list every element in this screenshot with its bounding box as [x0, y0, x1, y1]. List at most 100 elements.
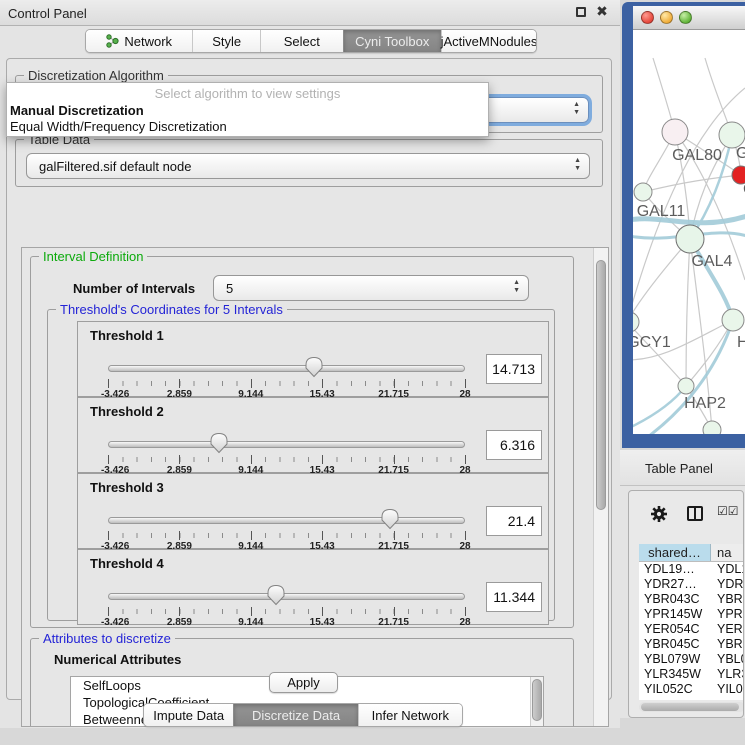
tab-style-label: Style [212, 34, 241, 49]
tab-jactivemnodules-label: jActiveMNodules [441, 34, 537, 49]
table-row[interactable]: YBL079WYBL0 [639, 652, 744, 667]
table-row[interactable]: YBR045CYBR0 [639, 637, 744, 652]
popup-hint-text: Select algorithm to view settings [7, 86, 488, 101]
application-root: Control Panel ✖ Network Style Select [0, 0, 745, 745]
table-row[interactable]: YDL19…YDL1 [639, 562, 744, 577]
table-horizontal-scrollbar-thumb[interactable] [641, 703, 739, 711]
tick-label: 21.715 [378, 617, 409, 628]
node-gal11[interactable] [634, 183, 652, 201]
node-h[interactable] [722, 309, 744, 331]
node-hap2[interactable] [678, 378, 694, 394]
minimize-traffic-light-icon[interactable] [660, 11, 673, 24]
numerical-attributes-label: Numerical Attributes [54, 652, 181, 667]
threshold-3-slider[interactable]: -3.426 2.859 9.144 15.43 21.715 28 [108, 508, 465, 554]
control-panel: Control Panel ✖ Network Style Select [0, 0, 620, 728]
zoom-traffic-light-icon[interactable] [679, 11, 692, 24]
slider-thumb[interactable] [267, 584, 285, 611]
apply-button[interactable]: Apply [269, 672, 338, 693]
threshold-4-label: Threshold 4 [90, 556, 164, 571]
tab-style[interactable]: Style [192, 30, 260, 52]
table-row[interactable]: YBR043CYBR0 [639, 592, 744, 607]
network-view-window[interactable]: GAL80 GA C GAL11 GAL4 GCY1 H HAP2 [622, 2, 745, 448]
node-gcy1[interactable] [633, 312, 639, 332]
slider-track[interactable] [108, 593, 465, 600]
settings-scrollbar[interactable] [593, 248, 608, 727]
combo-stepper-icon: ▲▼ [513, 279, 520, 295]
num-intervals-combobox[interactable]: 5 ▲▼ [213, 275, 529, 301]
tab-cyni-toolbox-label: Cyni Toolbox [355, 34, 429, 49]
network-canvas[interactable]: GAL80 GA C GAL11 GAL4 GCY1 H HAP2 [633, 30, 745, 434]
node-attribute-table[interactable]: shared… na YDL19…YDL1 YDR27…YDR2 YBR043C… [639, 544, 744, 700]
node-gal80[interactable] [662, 119, 688, 145]
cyni-bottom-tabs: Impute Data Discretize Data Infer Networ… [143, 703, 463, 727]
num-intervals-value: 5 [226, 281, 233, 296]
column-layout-icon[interactable] [687, 506, 703, 521]
column-header-shared-name[interactable]: shared… [639, 544, 711, 561]
threshold-3-value-field[interactable]: 21.4 [486, 506, 542, 536]
slider-minor-ticks [108, 609, 466, 614]
settings-scrollbar-thumb[interactable] [596, 260, 606, 510]
table-panel-titlebar: Table Panel [620, 450, 745, 486]
num-intervals-label: Number of Intervals [73, 281, 195, 296]
table-row[interactable]: YDR27…YDR2 [639, 577, 744, 592]
slider-thumb[interactable] [210, 432, 228, 459]
column-header-name[interactable]: na [711, 544, 744, 561]
thresholds-group-label: Threshold's Coordinates for 5 Intervals [56, 302, 287, 317]
algorithm-option-equal-width[interactable]: Equal Width/Frequency Discretization [10, 119, 227, 134]
close-traffic-light-icon[interactable] [641, 11, 654, 24]
table-panel: ☑☑ shared… na YDL19…YDL1 YDR27…YDR2 YBR0… [628, 490, 744, 718]
tick-label: 9.144 [238, 617, 263, 628]
threshold-4-slider[interactable]: -3.426 2.859 9.144 15.43 21.715 28 [108, 584, 465, 630]
node-label-hap2: HAP2 [684, 395, 726, 412]
control-panel-tabs: Network Style Select Cyni Toolbox jActiv… [85, 29, 537, 53]
slider-track[interactable] [108, 441, 465, 448]
algorithm-dropdown-popup: Select algorithm to view settings Manual… [6, 82, 489, 137]
slider-minor-ticks [108, 533, 466, 538]
tab-infer-network[interactable]: Infer Network [358, 704, 462, 726]
float-window-icon[interactable] [576, 7, 586, 17]
slider-track[interactable] [108, 365, 465, 372]
threshold-2-slider[interactable]: -3.426 2.859 9.144 15.43 21.715 28 [108, 432, 465, 478]
table-row[interactable]: YIL052CYIL0 [639, 682, 744, 697]
tab-discretize-data[interactable]: Discretize Data [233, 704, 357, 726]
close-icon[interactable]: ✖ [596, 5, 608, 17]
table-horizontal-scrollbar[interactable] [639, 702, 744, 712]
tab-select[interactable]: Select [260, 30, 343, 52]
node-bottom[interactable] [703, 421, 721, 434]
tab-cyni-toolbox[interactable]: Cyni Toolbox [343, 30, 441, 52]
tab-impute-data[interactable]: Impute Data [144, 704, 233, 726]
table-data-combobox[interactable]: galFiltered.sif default node ▲▼ [26, 153, 590, 179]
threshold-4-value-field[interactable]: 11.344 [486, 582, 542, 612]
threshold-1-label: Threshold 1 [90, 328, 164, 343]
table-row[interactable]: YER054CYER0 [639, 622, 744, 637]
threshold-1-row: Threshold 1 -3.426 2.859 9.144 15.43 [77, 321, 549, 397]
algorithm-option-manual[interactable]: Manual Discretization [10, 103, 144, 118]
threshold-2-value-field[interactable]: 6.316 [486, 430, 542, 460]
table-row[interactable]: YLR345WYLR3 [639, 667, 744, 682]
threshold-1-value-field[interactable]: 14.713 [486, 354, 542, 384]
threshold-2-label: Threshold 2 [90, 404, 164, 419]
table-data-group: Table Data galFiltered.sif default node … [15, 139, 603, 187]
attributes-group-label: Attributes to discretize [39, 631, 175, 646]
gear-icon[interactable] [650, 505, 668, 523]
slider-thumb[interactable] [305, 356, 323, 383]
threshold-1-slider[interactable]: -3.426 2.859 9.144 15.43 21.715 28 [108, 356, 465, 402]
discretization-algorithm-group-label: Discretization Algorithm [24, 68, 168, 83]
tab-jactivemnodules[interactable]: jActiveMNodules [441, 30, 536, 52]
combo-stepper-icon: ▲▼ [573, 101, 580, 117]
tab-impute-data-label: Impute Data [153, 708, 224, 723]
node-gal4[interactable] [676, 225, 704, 253]
node-label-gal80: GAL80 [672, 147, 722, 164]
table-row[interactable]: YPR145WYPR1 [639, 607, 744, 622]
tick-label: 28 [459, 617, 470, 628]
tab-infer-network-label: Infer Network [372, 708, 449, 723]
slider-track[interactable] [108, 517, 465, 524]
tick-label: -3.426 [101, 617, 129, 628]
tab-network[interactable]: Network [86, 30, 192, 52]
select-columns-icon[interactable]: ☑☑ [717, 504, 739, 518]
node-label-ga: GA [736, 145, 745, 162]
slider-thumb[interactable] [381, 508, 399, 535]
network-window-titlebar[interactable] [633, 6, 745, 30]
slider-minor-ticks [108, 457, 466, 462]
list-scrollbar[interactable] [530, 677, 543, 727]
